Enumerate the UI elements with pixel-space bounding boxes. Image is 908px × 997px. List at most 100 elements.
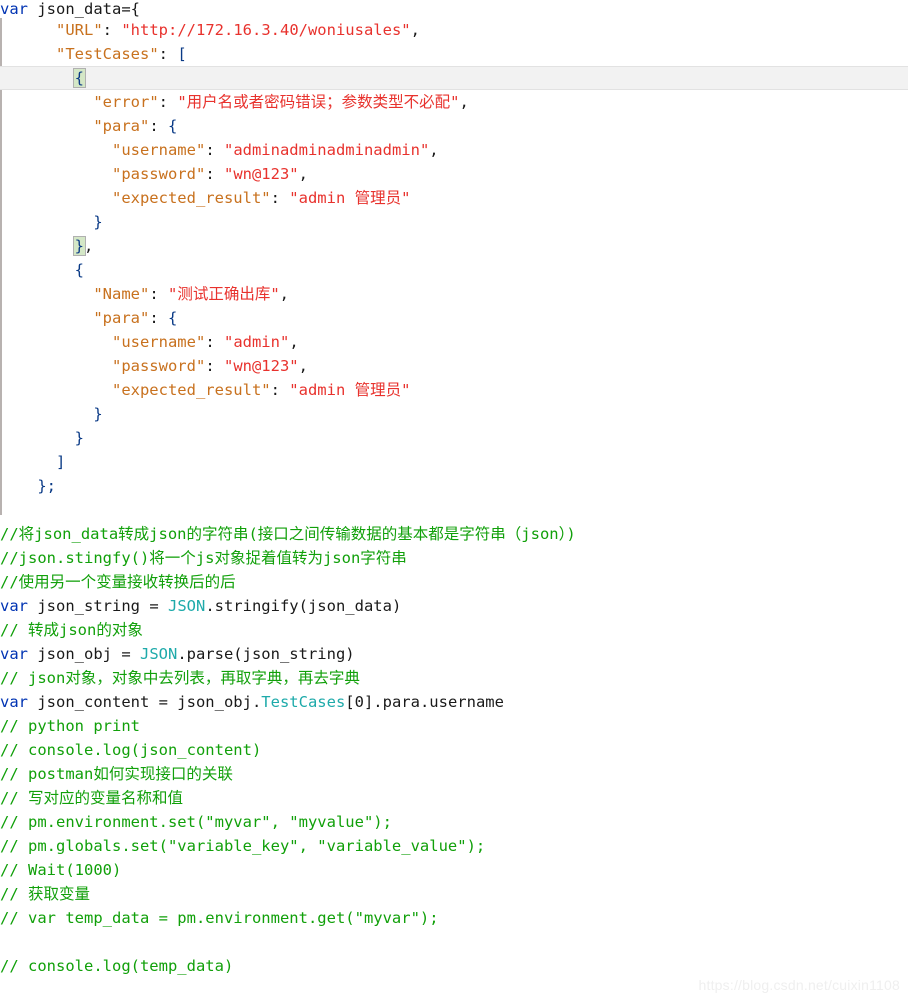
token-bracket-match: { [72, 68, 87, 88]
code-line: } [0, 210, 908, 234]
code-line: var json_data={ [0, 0, 908, 18]
token-comment: //将json_data转成json的字符串(接口之间传输数据的基本都是字符串（… [0, 525, 576, 543]
code-line: // pm.environment.set("myvar", "myvalue"… [0, 810, 908, 834]
token-punctuation: , [410, 21, 420, 39]
token-bracket: } [74, 429, 84, 447]
token-plain: json_string = [28, 597, 168, 615]
token-punctuation: : [205, 141, 224, 159]
token-comment: // Wait(1000) [0, 861, 122, 879]
code-line: // Wait(1000) [0, 858, 908, 882]
code-line: var json_string = JSON.stringify(json_da… [0, 594, 908, 618]
code-line: "expected_result": "admin 管理员" [0, 378, 908, 402]
code-line-current: { [0, 66, 908, 90]
token-property: "expected_result" [111, 189, 271, 207]
token-string: "测试正确出库" [168, 285, 280, 303]
token-class: JSON [167, 597, 206, 615]
token-property: "para" [93, 117, 150, 135]
code-line: }; [0, 474, 908, 498]
token-comment: // console.log(json_content) [0, 741, 262, 759]
token-punctuation: , [298, 165, 308, 183]
token-property: "URL" [56, 21, 103, 39]
token-punctuation: , [279, 285, 290, 303]
token-comment: // postman如何实现接口的关联 [0, 765, 233, 783]
code-line: "error": "用户名或者密码错误；参数类型不必配", [0, 90, 908, 114]
code-editor[interactable]: var json_data={ "URL": "http://172.16.3.… [0, 0, 908, 997]
token-punctuation: : [158, 93, 178, 111]
code-line: "username": "adminadminadminadmin", [0, 138, 908, 162]
token-string: "adminadminadminadmin" [223, 141, 430, 159]
token-class: TestCases [261, 693, 346, 711]
token-property: "para" [93, 309, 150, 327]
token-property: "password" [111, 165, 206, 183]
code-line: } [0, 402, 908, 426]
token-comment: // console.log(temp_data) [0, 957, 234, 975]
token-comment: // json对象，对象中去列表，再取字典，再去字典 [0, 669, 360, 687]
token-string: "admin" [223, 333, 290, 351]
code-line: "TestCases": [ [0, 42, 908, 66]
token-punctuation: , [459, 93, 469, 111]
token-plain: json_data={ [28, 0, 140, 18]
token-punctuation: : [102, 21, 122, 39]
code-line: "URL": "http://172.16.3.40/woniusales", [0, 18, 908, 42]
token-string: "wn@123" [223, 165, 299, 183]
token-bracket: { [74, 261, 84, 279]
code-line: // 获取变量 [0, 882, 908, 906]
token-punctuation: , [289, 333, 299, 351]
token-keyword: var [0, 693, 28, 711]
token-comment: //json.stingfy()将一个js对象捉着值转为json字符串 [0, 549, 407, 567]
token-plain: .parse(json_string) [177, 645, 355, 663]
token-string: "admin 管理员" [289, 381, 411, 399]
token-punctuation: , [298, 357, 308, 375]
token-string: "wn@123" [223, 357, 299, 375]
token-bracket: { [168, 309, 178, 327]
token-keyword: var [0, 597, 28, 615]
token-bracket: ] [56, 453, 66, 471]
code-line: // var temp_data = pm.environment.get("m… [0, 906, 908, 930]
token-comment: // var temp_data = pm.environment.get("m… [0, 909, 439, 927]
token-property: "expected_result" [111, 381, 271, 399]
code-line: { [0, 258, 908, 282]
code-line: // 写对应的变量名称和值 [0, 786, 908, 810]
token-plain: json_content = json_obj. [28, 693, 262, 711]
token-punctuation: : [149, 285, 168, 303]
code-line: "password": "wn@123", [0, 162, 908, 186]
code-line: "expected_result": "admin 管理员" [0, 186, 908, 210]
token-comment: //使用另一个变量接收转换后的后 [0, 573, 236, 591]
token-bracket: } [93, 405, 103, 423]
token-punctuation: : [205, 165, 224, 183]
token-comment: // 转成json的对象 [0, 621, 143, 639]
token-bracket: [ [177, 45, 187, 63]
code-line: var json_content = json_obj.TestCases[0]… [0, 690, 908, 714]
token-punctuation: : [270, 189, 290, 207]
token-property: "username" [111, 141, 206, 159]
token-string: "http://172.16.3.40/woniusales" [121, 21, 411, 39]
token-punctuation: , [429, 141, 439, 159]
token-keyword: var [0, 645, 28, 663]
token-class: JSON [139, 645, 178, 663]
token-bracket: }; [37, 477, 56, 495]
code-line: "para": { [0, 114, 908, 138]
code-line: // json对象，对象中去列表，再取字典，再去字典 [0, 666, 908, 690]
token-punctuation: , [84, 237, 94, 255]
token-bracket: { [168, 117, 178, 135]
code-content[interactable]: var json_data={ "URL": "http://172.16.3.… [0, 0, 908, 978]
code-line: "username": "admin", [0, 330, 908, 354]
